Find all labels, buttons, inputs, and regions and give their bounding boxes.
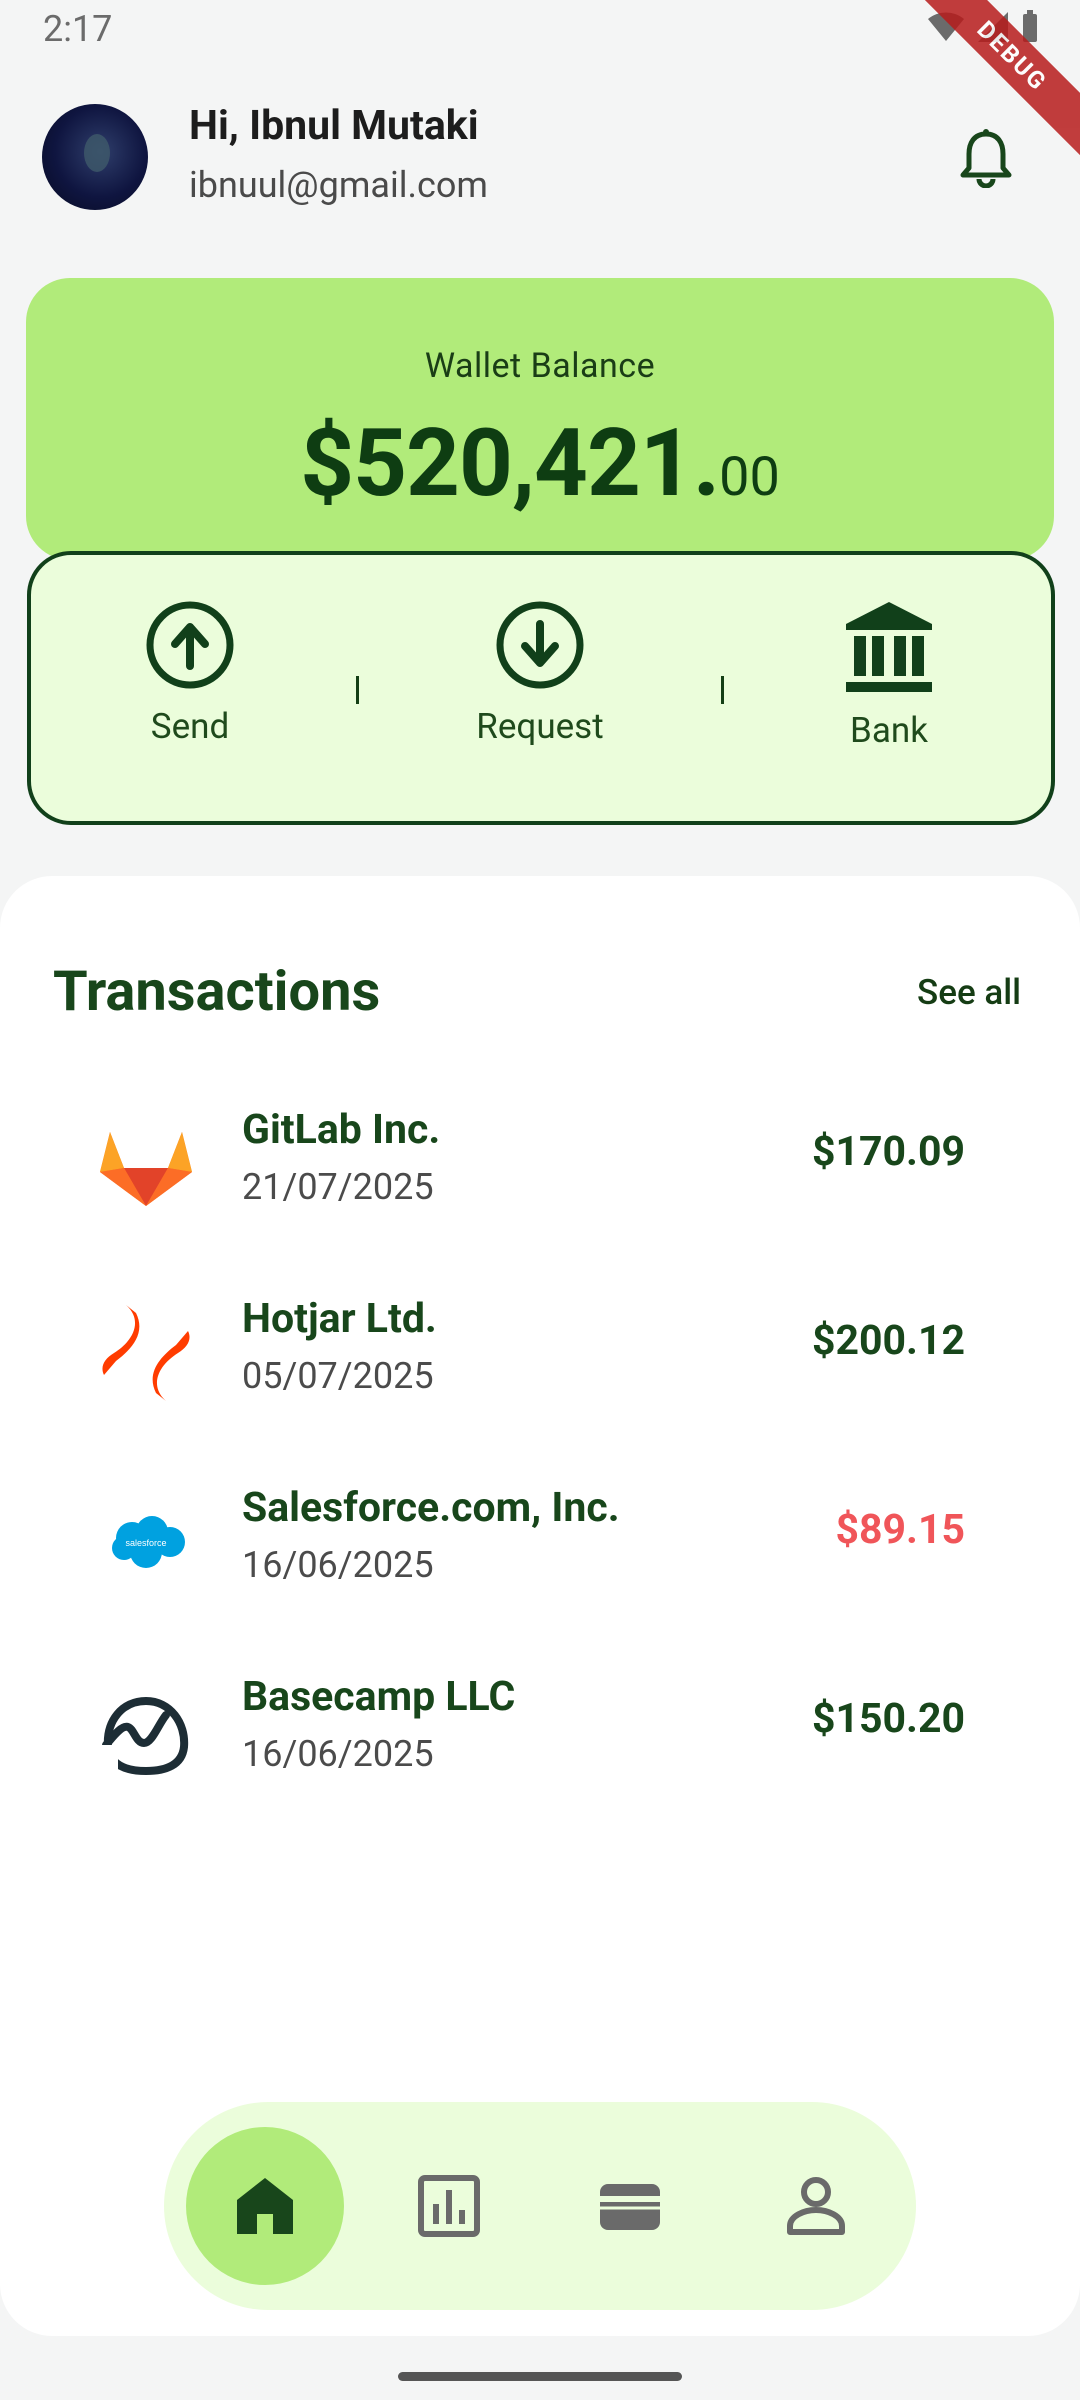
balance-cents: 00 — [719, 446, 780, 509]
transaction-row[interactable]: Basecamp LLC 16/06/2025 $150.20 — [0, 1647, 1080, 1787]
status-time: 2:17 — [43, 8, 113, 50]
salesforce-logo-icon: salesforce — [112, 1516, 185, 1568]
avatar[interactable] — [42, 104, 148, 210]
transaction-amount: $150.20 — [811, 1695, 965, 1743]
transaction-date: 16/06/2025 — [242, 1733, 434, 1775]
transaction-row[interactable]: Hotjar Ltd. 05/07/2025 $200.12 — [0, 1269, 1080, 1409]
send-button[interactable]: Send — [80, 600, 300, 747]
bank-button[interactable]: Bank — [779, 600, 999, 751]
wallet-title: Wallet Balance — [424, 346, 656, 386]
transaction-amount: $200.12 — [811, 1317, 965, 1365]
action-separator — [356, 676, 359, 704]
transaction-name: Basecamp LLC — [242, 1673, 516, 1721]
greeting-text: Hi, Ibnul Mutaki — [189, 102, 479, 150]
hotjar-logo-icon — [102, 1305, 190, 1401]
svg-text:salesforce: salesforce — [125, 1538, 166, 1548]
home-indicator[interactable] — [398, 2372, 682, 2381]
bell-icon[interactable] — [958, 128, 1014, 188]
user-email: ibnuul@gmail.com — [189, 164, 488, 206]
gitlab-logo-icon — [100, 1132, 192, 1206]
see-all-link[interactable]: See all — [917, 972, 1021, 1013]
home-icon[interactable] — [233, 2174, 297, 2238]
bank-icon — [846, 602, 932, 692]
transaction-row[interactable]: salesforce Salesforce.com, Inc. 16/06/20… — [0, 1458, 1080, 1598]
transaction-row[interactable]: GitLab Inc. 21/07/2025 $170.09 — [0, 1080, 1080, 1220]
profile-icon[interactable] — [784, 2174, 848, 2238]
transaction-amount: $170.09 — [811, 1128, 965, 1176]
request-label: Request — [476, 706, 604, 747]
arrow-down-circle-icon — [496, 601, 584, 689]
bank-label: Bank — [850, 710, 928, 751]
action-separator — [721, 676, 724, 704]
transaction-name: Hotjar Ltd. — [242, 1295, 437, 1343]
arrow-up-circle-icon — [146, 601, 234, 689]
send-label: Send — [150, 706, 230, 747]
wallet-icon[interactable] — [598, 2174, 662, 2238]
basecamp-logo-icon — [96, 1697, 189, 1775]
transaction-amount: $89.15 — [835, 1506, 965, 1554]
transaction-name: Salesforce.com, Inc. — [242, 1484, 620, 1532]
transaction-date: 16/06/2025 — [242, 1544, 434, 1586]
balance-main: $520,421. — [300, 408, 720, 518]
transaction-date: 21/07/2025 — [242, 1166, 434, 1208]
transaction-date: 05/07/2025 — [242, 1355, 434, 1397]
wallet-balance: $520,421.00 — [0, 408, 1080, 518]
chart-icon[interactable] — [417, 2174, 481, 2238]
request-button[interactable]: Request — [430, 600, 650, 747]
transactions-heading: Transactions — [53, 958, 381, 1024]
transaction-name: GitLab Inc. — [242, 1106, 441, 1154]
